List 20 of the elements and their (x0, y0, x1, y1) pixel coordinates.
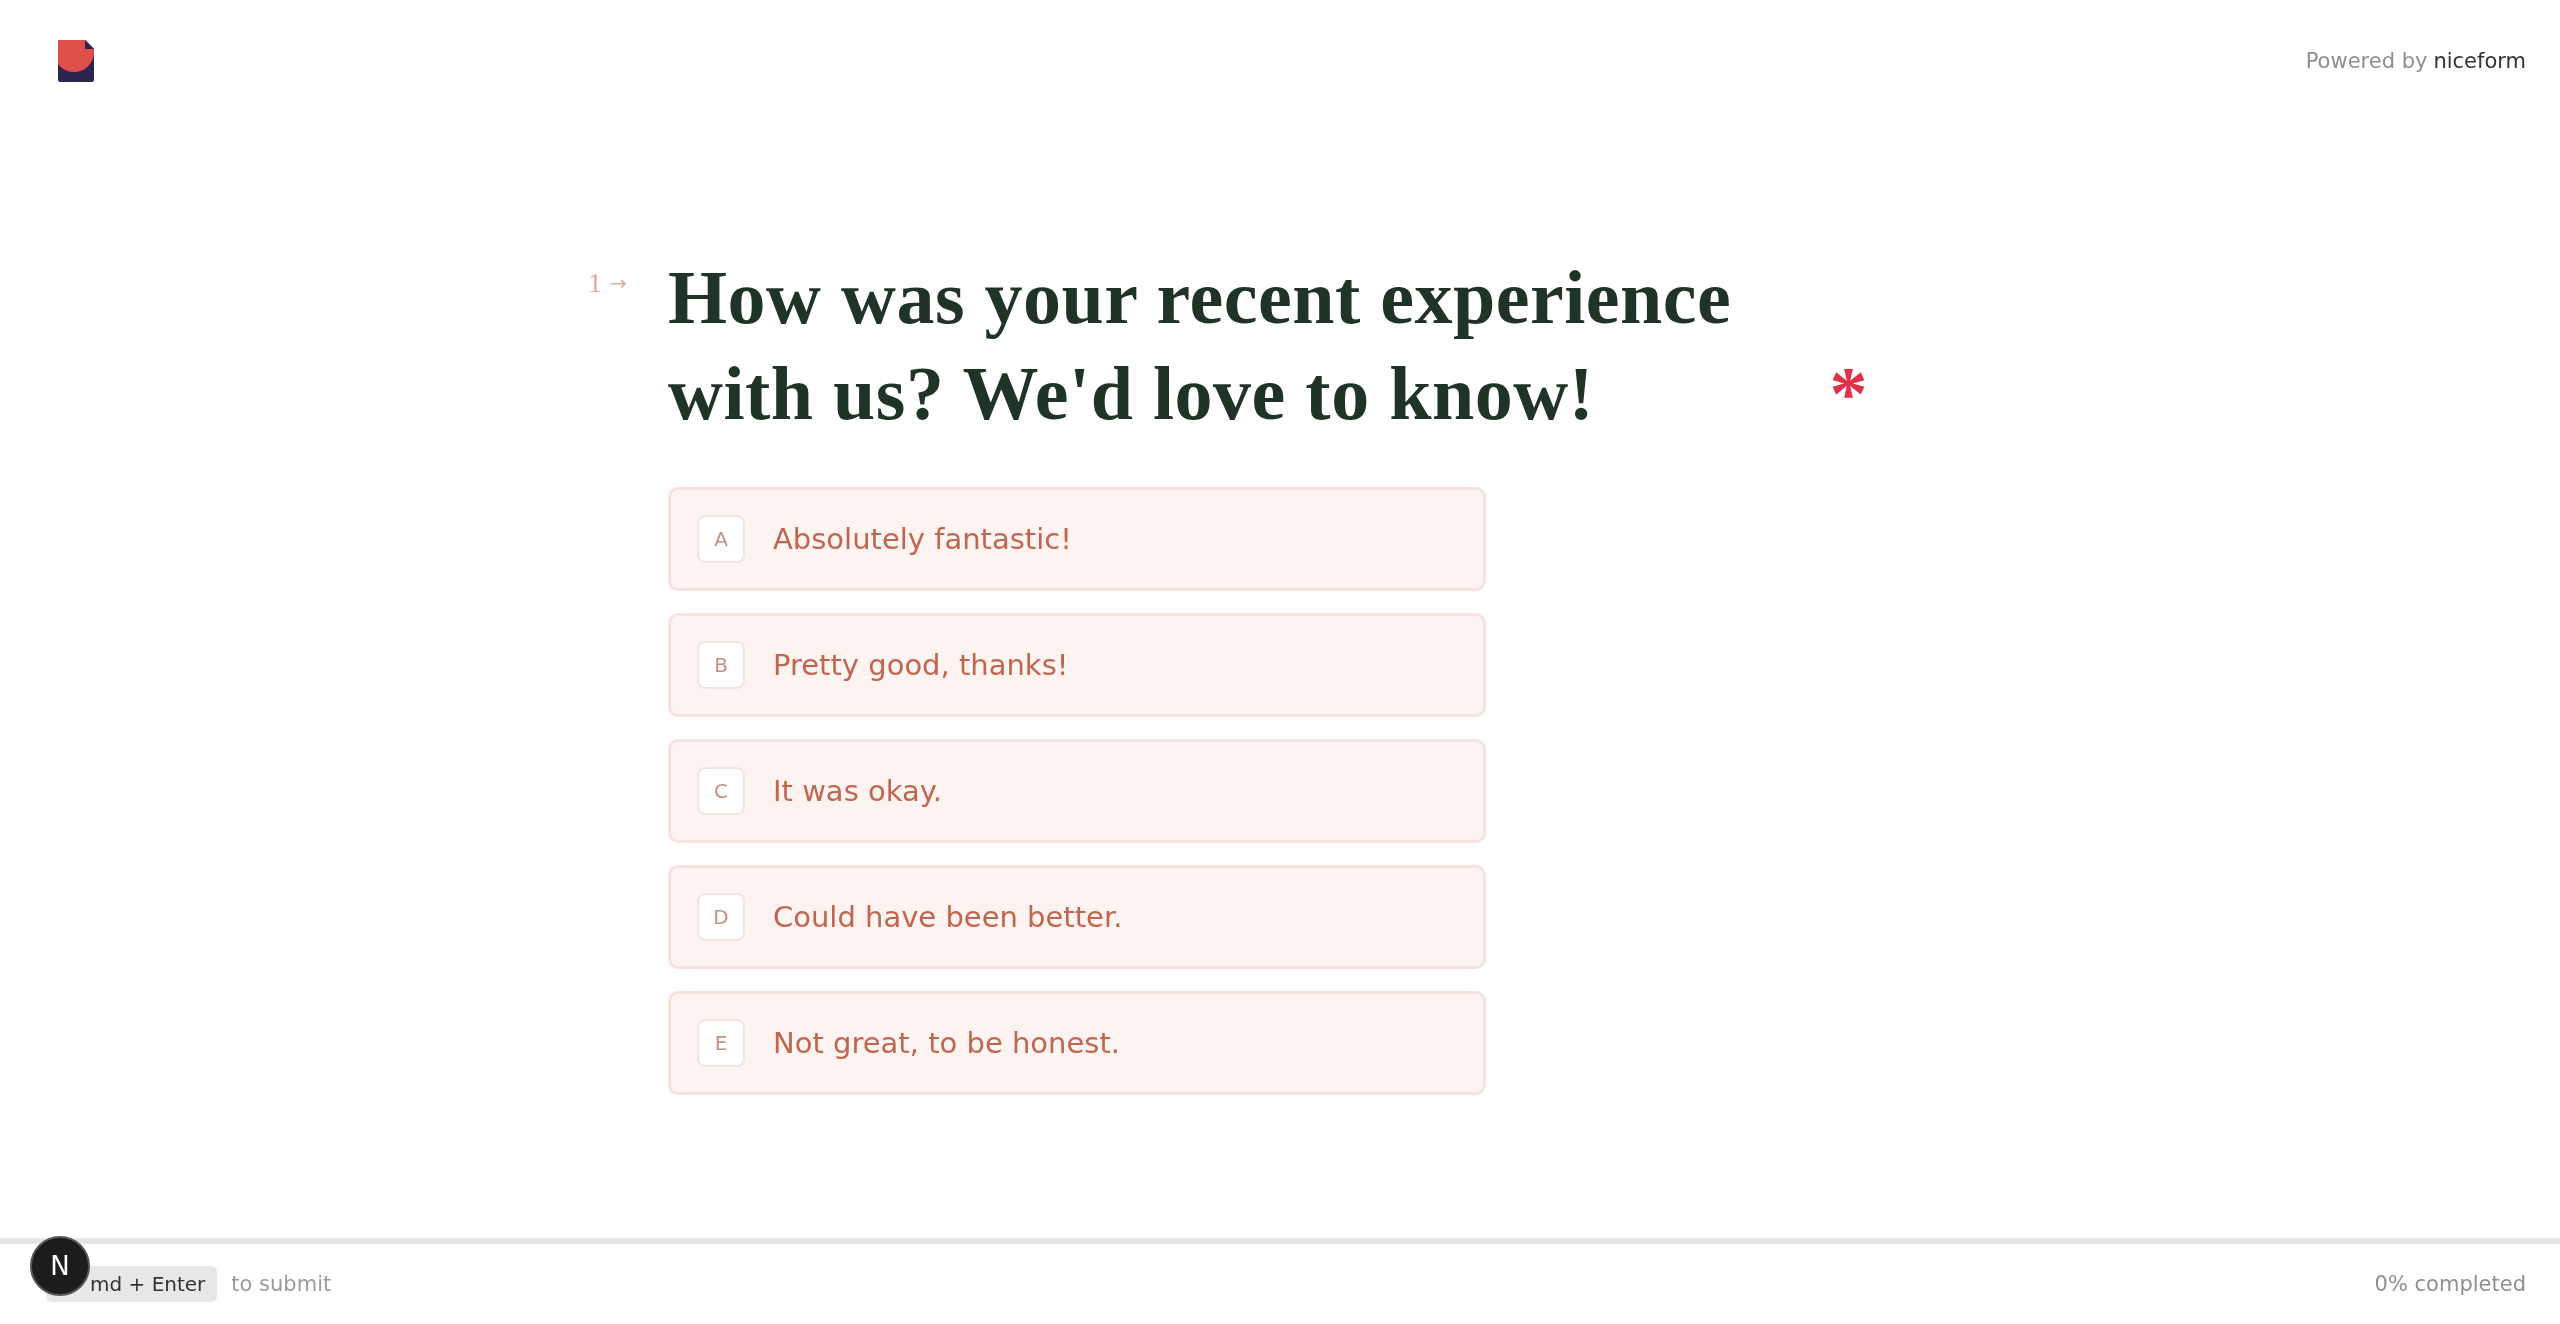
answer-option[interactable]: C It was okay. (668, 739, 1486, 843)
question-title: How was your recent experience with us? We'd love to know! (668, 254, 1733, 437)
answer-option[interactable]: D Could have been better. (668, 865, 1486, 969)
option-key: A (697, 515, 745, 563)
option-key: E (697, 1019, 745, 1067)
question-number: 1 (588, 267, 602, 299)
option-key: D (697, 893, 745, 941)
logo-icon (58, 40, 94, 82)
powered-by-label: Powered by (2305, 49, 2428, 73)
option-key: C (697, 767, 745, 815)
answer-option[interactable]: E Not great, to be honest. (668, 991, 1486, 1095)
answer-option[interactable]: B Pretty good, thanks! (668, 613, 1486, 717)
avatar-badge[interactable]: N (30, 1236, 90, 1296)
submit-hint: to submit (231, 1272, 332, 1296)
completion-label: 0% completed (2374, 1272, 2526, 1296)
required-mark: * (1829, 350, 1868, 437)
answer-option[interactable]: A Absolutely fantastic! (668, 487, 1486, 591)
arrow-icon: → (610, 267, 627, 295)
brand-link[interactable]: niceform (2433, 49, 2526, 73)
option-key: B (697, 641, 745, 689)
